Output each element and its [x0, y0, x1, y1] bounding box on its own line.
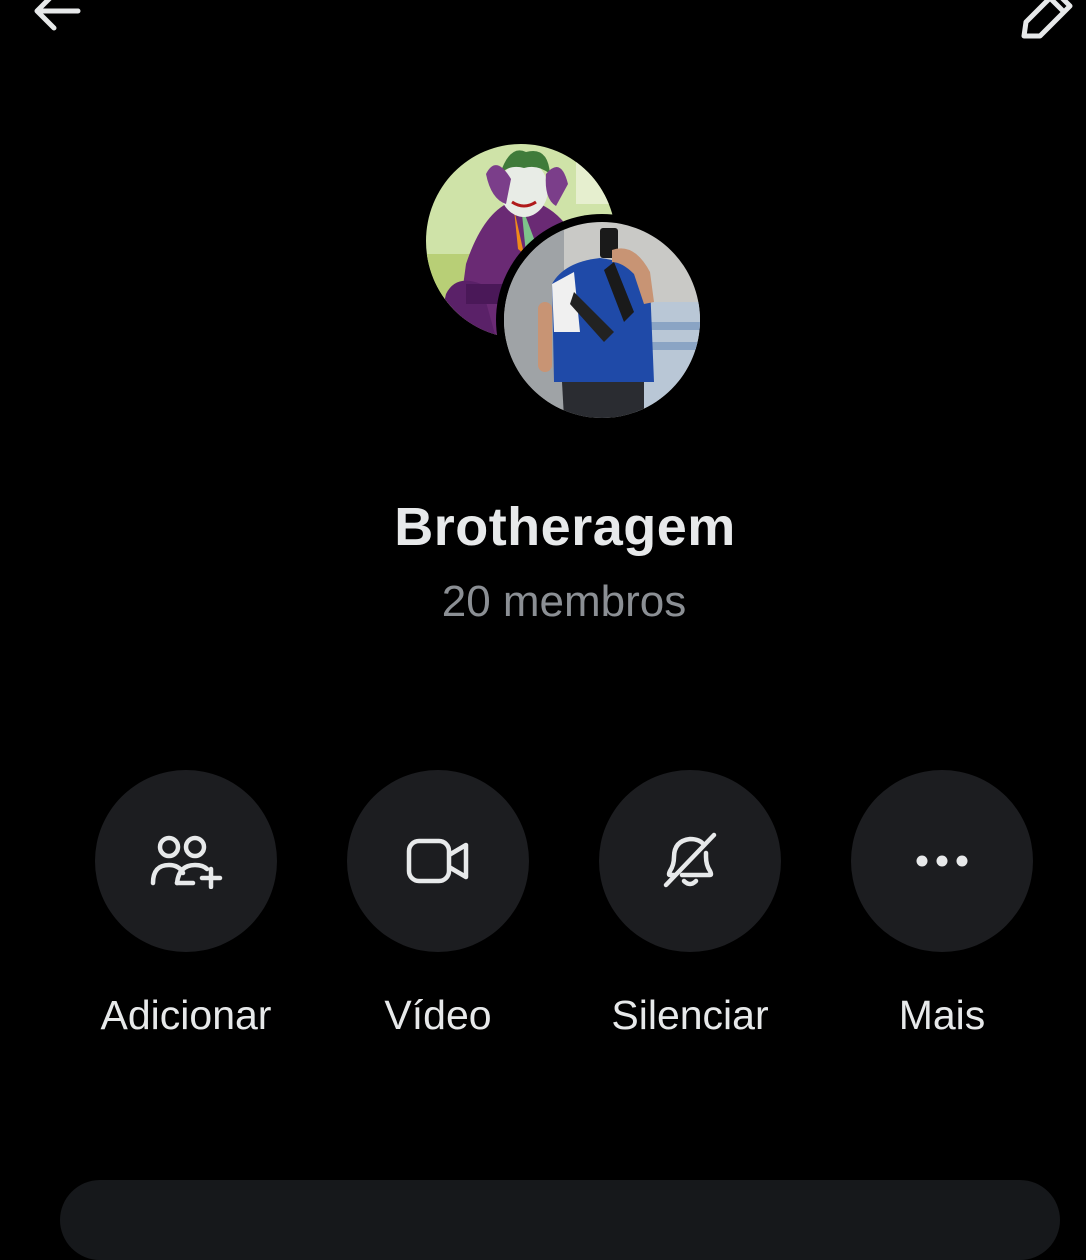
more-label: Mais — [898, 992, 986, 1038]
group-name: Brotheragem — [394, 497, 736, 557]
back-arrow-icon[interactable] — [28, 0, 88, 36]
video-camera-icon — [406, 838, 469, 884]
video-call-button[interactable]: Vídeo — [312, 770, 564, 1039]
more-horizontal-icon — [916, 855, 968, 867]
mute-button-circle[interactable] — [599, 770, 781, 952]
more-button[interactable]: Mais — [816, 770, 1068, 1039]
member-count[interactable]: 20 membros — [0, 577, 1086, 627]
add-people-button-circle[interactable] — [95, 770, 277, 952]
mute-button[interactable]: Silenciar — [564, 770, 816, 1039]
group-avatar[interactable] — [424, 144, 714, 426]
add-people-button[interactable]: Adicionar — [60, 770, 312, 1039]
member-avatar-photo — [496, 214, 708, 426]
video-call-button-circle[interactable] — [347, 770, 529, 952]
bell-off-icon — [663, 832, 717, 888]
video-call-label: Vídeo — [384, 992, 492, 1038]
add-people-label: Adicionar — [100, 992, 272, 1038]
settings-card[interactable] — [60, 1180, 1060, 1260]
edit-pencil-icon[interactable] — [1012, 0, 1078, 42]
add-people-icon — [150, 835, 223, 889]
mute-label: Silenciar — [611, 992, 769, 1038]
more-button-circle[interactable] — [851, 770, 1033, 952]
